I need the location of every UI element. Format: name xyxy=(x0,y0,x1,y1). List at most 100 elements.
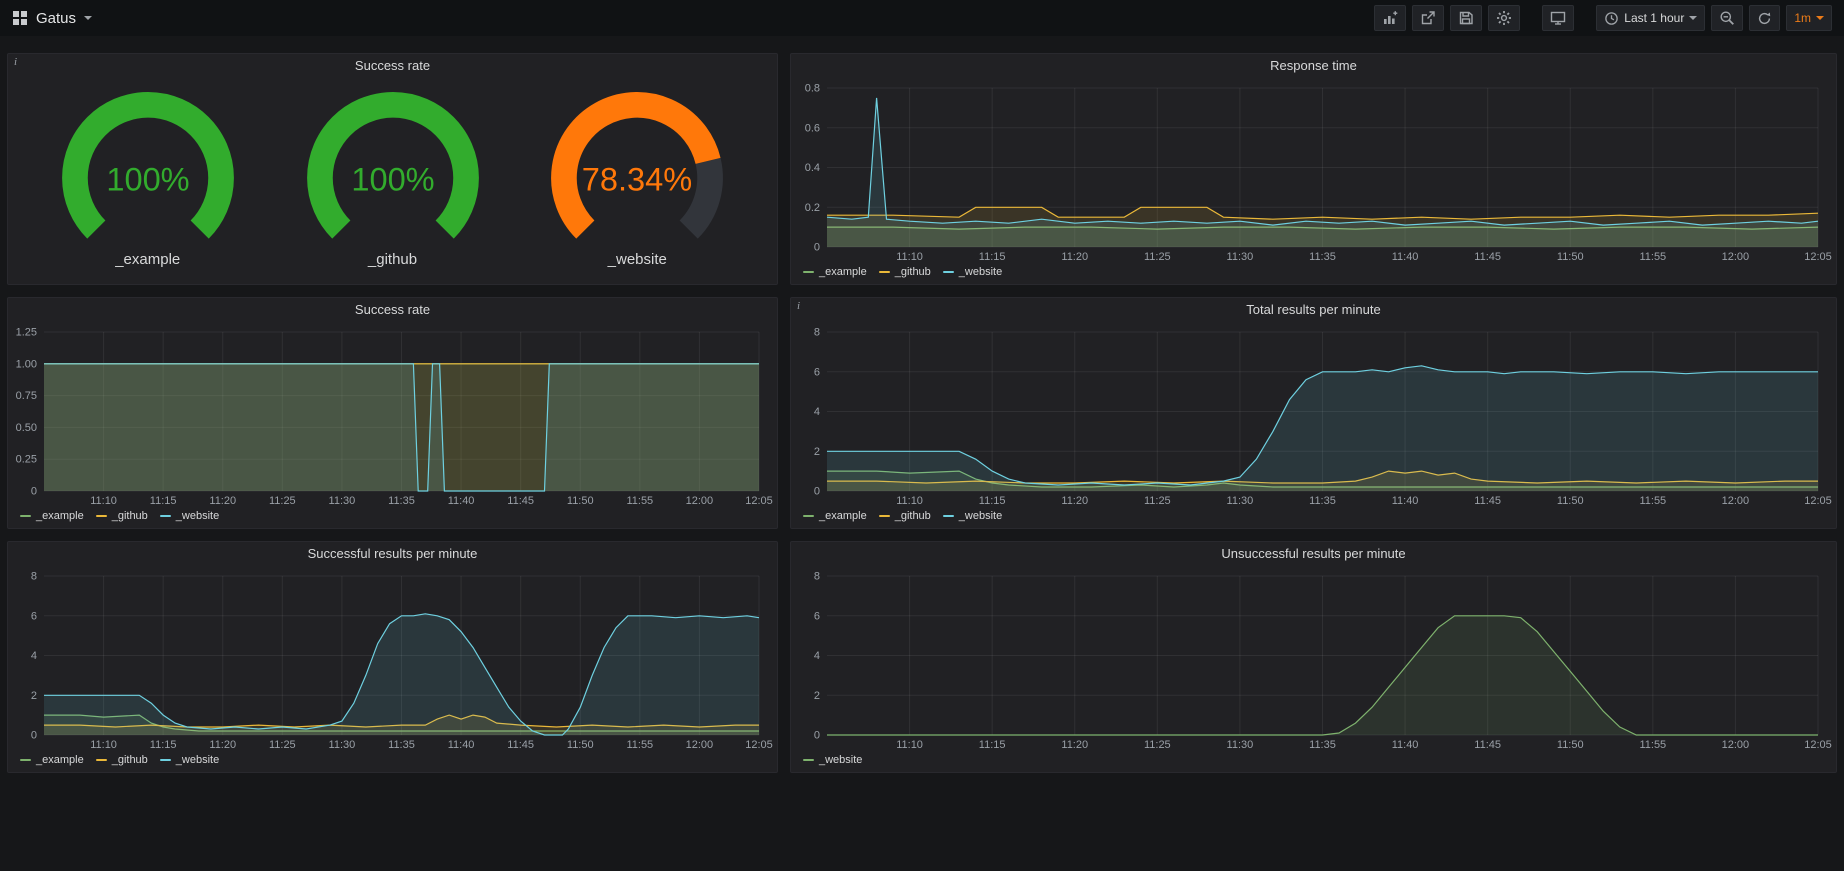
dashboard-title[interactable]: Gatus xyxy=(36,10,76,27)
x-axis-tick-label: 11:55 xyxy=(1639,495,1666,507)
gear-icon xyxy=(1496,10,1512,26)
chart-canvas[interactable]: 0246811:1011:1511:2011:2511:3011:3511:40… xyxy=(8,566,777,752)
series-area-_website xyxy=(827,366,1818,491)
legend-item-_github[interactable]: _github xyxy=(879,266,931,278)
x-axis-tick-label: 11:55 xyxy=(626,495,653,507)
bar-chart-plus-icon xyxy=(1382,10,1398,26)
gauge-arc: 100% xyxy=(280,91,506,249)
cycle-view-button[interactable] xyxy=(1542,5,1574,31)
x-axis-tick-label: 11:25 xyxy=(1144,495,1171,507)
dashboards-grid-icon[interactable] xyxy=(12,10,28,26)
panel-total-results: Total results per minute 0246811:1011:15… xyxy=(790,297,1837,529)
x-axis-tick-label: 11:10 xyxy=(896,495,923,507)
refresh-button[interactable] xyxy=(1749,5,1780,31)
legend-series-label: _github xyxy=(112,754,148,766)
legend-item-_example[interactable]: _example xyxy=(803,266,867,278)
chart-canvas[interactable]: 0246811:1011:1511:2011:2511:3011:3511:40… xyxy=(791,566,1836,752)
gauge-title: _example xyxy=(115,251,180,268)
refresh-interval-picker[interactable]: 1m xyxy=(1786,5,1832,31)
save-button[interactable] xyxy=(1450,5,1482,31)
panel-info-icon[interactable]: i xyxy=(791,298,806,315)
refresh-icon xyxy=(1757,11,1772,26)
legend-series-color-icon xyxy=(943,515,954,517)
legend-item-_github[interactable]: _github xyxy=(96,510,148,522)
legend-series-label: _example xyxy=(819,510,867,522)
y-axis-tick-label: 4 xyxy=(814,406,820,418)
y-axis-tick-label: 0 xyxy=(31,730,37,742)
x-axis-tick-label: 11:30 xyxy=(1227,739,1254,751)
y-axis-tick-label: 8 xyxy=(31,571,37,583)
y-axis-tick-label: 2 xyxy=(814,446,820,458)
y-axis-tick-label: 8 xyxy=(814,327,820,339)
zoom-out-button[interactable] xyxy=(1711,5,1743,31)
legend-series-color-icon xyxy=(96,515,107,517)
x-axis-tick-label: 12:05 xyxy=(1804,495,1832,507)
share-button[interactable] xyxy=(1412,5,1444,31)
navbar: Gatus xyxy=(0,0,1844,36)
gauge-title: _website xyxy=(608,251,667,268)
time-range-picker[interactable]: Last 1 hour xyxy=(1596,5,1705,31)
x-axis-tick-label: 12:00 xyxy=(1722,495,1750,507)
legend-item-_website[interactable]: _website xyxy=(943,510,1002,522)
panel-title[interactable]: Total results per minute xyxy=(791,298,1836,322)
x-axis-tick-label: 11:40 xyxy=(1392,739,1419,751)
panel-title[interactable]: Response time xyxy=(791,54,1836,78)
x-axis-tick-label: 11:15 xyxy=(979,251,1006,263)
x-axis-tick-label: 11:35 xyxy=(388,495,415,507)
legend-series-label: _github xyxy=(895,266,931,278)
x-axis-tick-label: 11:10 xyxy=(90,495,117,507)
legend-item-_github[interactable]: _github xyxy=(96,754,148,766)
legend-series-label: _website xyxy=(959,266,1002,278)
legend-item-_website[interactable]: _website xyxy=(160,754,219,766)
legend-item-_example[interactable]: _example xyxy=(20,754,84,766)
panel-title[interactable]: Successful results per minute xyxy=(8,542,777,566)
time-range-label: Last 1 hour xyxy=(1624,11,1684,25)
panel-title[interactable]: Unsuccessful results per minute xyxy=(791,542,1836,566)
x-axis-tick-label: 11:55 xyxy=(626,739,653,751)
chart-canvas[interactable]: 0246811:1011:1511:2011:2511:3011:3511:40… xyxy=(791,322,1836,508)
panel-title[interactable]: Success rate xyxy=(8,54,777,78)
x-axis-tick-label: 11:40 xyxy=(448,739,475,751)
panel-info-icon[interactable]: i xyxy=(8,54,23,71)
legend-item-_example[interactable]: _example xyxy=(803,510,867,522)
x-axis-tick-label: 12:05 xyxy=(1804,251,1832,263)
legend-item-_website[interactable]: _website xyxy=(160,510,219,522)
y-axis-tick-label: 6 xyxy=(31,610,37,622)
y-axis-tick-label: 2 xyxy=(814,690,820,702)
y-axis-tick-label: 6 xyxy=(814,610,820,622)
y-axis-tick-label: 0 xyxy=(31,486,37,498)
legend-item-_github[interactable]: _github xyxy=(879,510,931,522)
chart-canvas[interactable]: 00.20.40.60.811:1011:1511:2011:2511:3011… xyxy=(791,78,1836,264)
legend-series-label: _example xyxy=(36,510,84,522)
x-axis-tick-label: 11:20 xyxy=(1061,251,1088,263)
legend-series-color-icon xyxy=(803,759,814,761)
add-panel-button[interactable] xyxy=(1374,5,1406,31)
x-axis-tick-label: 11:35 xyxy=(1309,251,1336,263)
x-axis-tick-label: 11:15 xyxy=(979,495,1006,507)
y-axis-tick-label: 0 xyxy=(814,242,820,254)
legend-item-_example[interactable]: _example xyxy=(20,510,84,522)
chart-canvas[interactable]: 00.250.500.751.001.2511:1011:1511:2011:2… xyxy=(8,322,777,508)
legend-series-color-icon xyxy=(803,515,814,517)
panel-body: 0246811:1011:1511:2011:2511:3011:3511:40… xyxy=(791,566,1836,752)
legend-series-color-icon xyxy=(96,759,107,761)
x-axis-tick-label: 12:00 xyxy=(1722,739,1750,751)
panel-title[interactable]: Success rate xyxy=(8,298,777,322)
dashboard-grid: Success rate 100%_example100%_github78.3… xyxy=(0,36,1844,773)
x-axis-tick-label: 11:55 xyxy=(1639,251,1666,263)
navbar-actions: Last 1 hour 1m xyxy=(1374,5,1832,31)
x-axis-tick-label: 11:10 xyxy=(896,251,923,263)
x-axis-tick-label: 11:50 xyxy=(567,739,594,751)
panel-unsuccessful-results: Unsuccessful results per minute 0246811:… xyxy=(790,541,1837,773)
legend-item-_website[interactable]: _website xyxy=(803,754,862,766)
x-axis-tick-label: 12:00 xyxy=(1722,251,1750,263)
settings-button[interactable] xyxy=(1488,5,1520,31)
x-axis-tick-label: 11:25 xyxy=(269,495,296,507)
x-axis-tick-label: 11:55 xyxy=(1639,739,1666,751)
chevron-down-icon xyxy=(84,16,92,20)
legend-series-label: _github xyxy=(895,510,931,522)
gauge-title: _github xyxy=(368,251,417,268)
x-axis-tick-label: 11:45 xyxy=(507,739,534,751)
legend-item-_website[interactable]: _website xyxy=(943,266,1002,278)
save-icon xyxy=(1458,10,1474,26)
